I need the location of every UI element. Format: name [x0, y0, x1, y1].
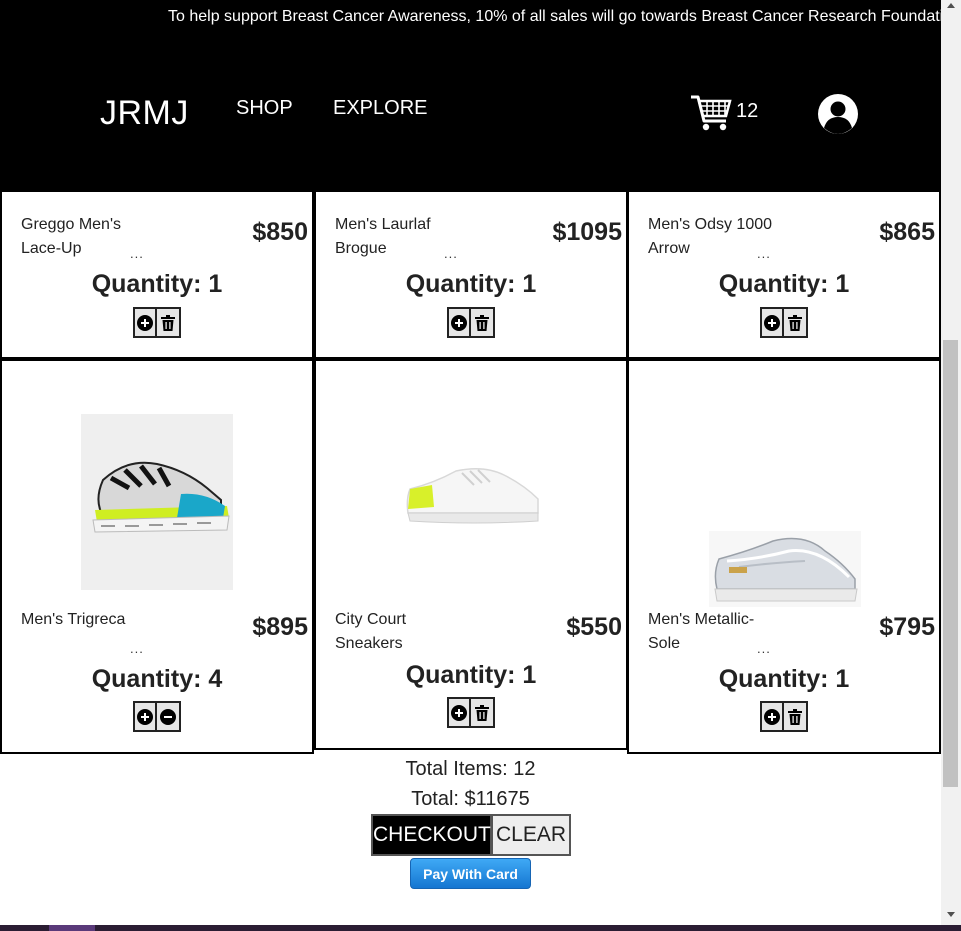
product-name-ellipsis: ...: [757, 641, 771, 656]
product-quantity: Quantity: 1: [718, 270, 850, 298]
plus-icon: [764, 708, 780, 725]
shopping-cart-icon: [691, 95, 732, 131]
plus-icon: [451, 314, 467, 331]
cart-button[interactable]: 12: [690, 94, 764, 134]
product-quantity: Quantity: 1: [405, 270, 537, 298]
total-items-count: Total Items: 12: [405, 758, 536, 780]
user-avatar-icon: [818, 94, 858, 134]
trash-icon: [788, 314, 802, 331]
product-image-metallic-sole-sneaker[interactable]: [709, 531, 861, 607]
increase-quantity-button[interactable]: [760, 307, 784, 338]
clear-cart-button[interactable]: CLEAR: [491, 814, 571, 856]
remove-item-button[interactable]: [784, 701, 808, 732]
decrease-quantity-button[interactable]: [157, 701, 181, 732]
pay-with-card-button[interactable]: Pay With Card: [410, 858, 531, 889]
product-quantity: Quantity: 1: [405, 661, 537, 689]
site-logo[interactable]: JRMJ: [100, 94, 189, 133]
taskbar-accent: [49, 925, 95, 931]
product-name-ellipsis: ...: [130, 246, 144, 261]
trash-icon: [161, 314, 175, 331]
product-card-metallic-sole: Men's Metallic-Sole ... $795 Quantity: 1: [627, 359, 941, 754]
increase-quantity-button[interactable]: [447, 307, 471, 338]
quantity-controls: [133, 307, 181, 338]
plus-icon: [451, 704, 467, 721]
quantity-controls: [447, 307, 495, 338]
remove-item-button[interactable]: [471, 697, 495, 728]
nav-link-shop[interactable]: SHOP: [236, 97, 293, 120]
quantity-controls: [760, 701, 808, 732]
scroll-down-arrow-icon[interactable]: [947, 912, 955, 917]
product-price: $895: [252, 613, 308, 641]
product-price: $550: [566, 613, 622, 641]
product-quantity: Quantity: 1: [718, 665, 850, 693]
product-price: $865: [879, 218, 935, 246]
product-price: $795: [879, 613, 935, 641]
increase-quantity-button[interactable]: [760, 701, 784, 732]
window-bottom-edge: [0, 925, 961, 931]
product-name[interactable]: City Court Sneakers: [335, 608, 465, 656]
remove-item-button[interactable]: [784, 307, 808, 338]
quantity-controls: [133, 701, 181, 732]
product-card-trigreca: Men's Trigreca ... $895 Quantity: 4: [0, 359, 314, 754]
minus-icon: [160, 708, 176, 725]
scroll-up-arrow-icon[interactable]: [947, 3, 955, 8]
cart-item-count: 12: [736, 100, 759, 122]
quantity-controls: [447, 697, 495, 728]
increase-quantity-button[interactable]: [447, 697, 471, 728]
product-quantity: Quantity: 1: [91, 270, 223, 298]
product-price: $850: [252, 218, 308, 246]
product-quantity: Quantity: 4: [91, 665, 223, 693]
increase-quantity-button[interactable]: [133, 307, 157, 338]
scrollbar-thumb[interactable]: [943, 340, 958, 787]
checkout-button[interactable]: CHECKOUT: [371, 814, 492, 856]
increase-quantity-button[interactable]: [133, 701, 157, 732]
page-viewport: Greggo Men's Lace-Up ... $850 Quantity: …: [0, 0, 941, 925]
site-header: To help support Breast Cancer Awareness,…: [0, 0, 941, 192]
vertical-scrollbar[interactable]: [941, 0, 961, 925]
user-account-button[interactable]: [817, 93, 859, 135]
product-image-trigreca-sneaker[interactable]: [81, 414, 233, 590]
product-name[interactable]: Men's Trigreca: [21, 608, 151, 632]
remove-item-button[interactable]: [471, 307, 495, 338]
product-name-ellipsis: ...: [757, 246, 771, 261]
product-name-ellipsis: ...: [444, 246, 458, 261]
cart-total-price: Total: $11675: [411, 788, 530, 810]
nav-link-explore[interactable]: EXPLORE: [333, 97, 427, 120]
trash-icon: [475, 704, 489, 721]
product-name-ellipsis: ...: [130, 641, 144, 656]
product-card-city-court: City Court Sneakers $550 Quantity: 1: [314, 359, 628, 750]
product-price: $1095: [552, 218, 622, 246]
plus-icon: [137, 708, 153, 725]
trash-icon: [788, 708, 802, 725]
plus-icon: [137, 314, 153, 331]
product-image-city-court-sneaker[interactable]: [404, 463, 544, 533]
remove-item-button[interactable]: [157, 307, 181, 338]
trash-icon: [475, 314, 489, 331]
quantity-controls: [760, 307, 808, 338]
plus-icon: [764, 314, 780, 331]
promo-banner: To help support Breast Cancer Awareness,…: [168, 8, 941, 25]
